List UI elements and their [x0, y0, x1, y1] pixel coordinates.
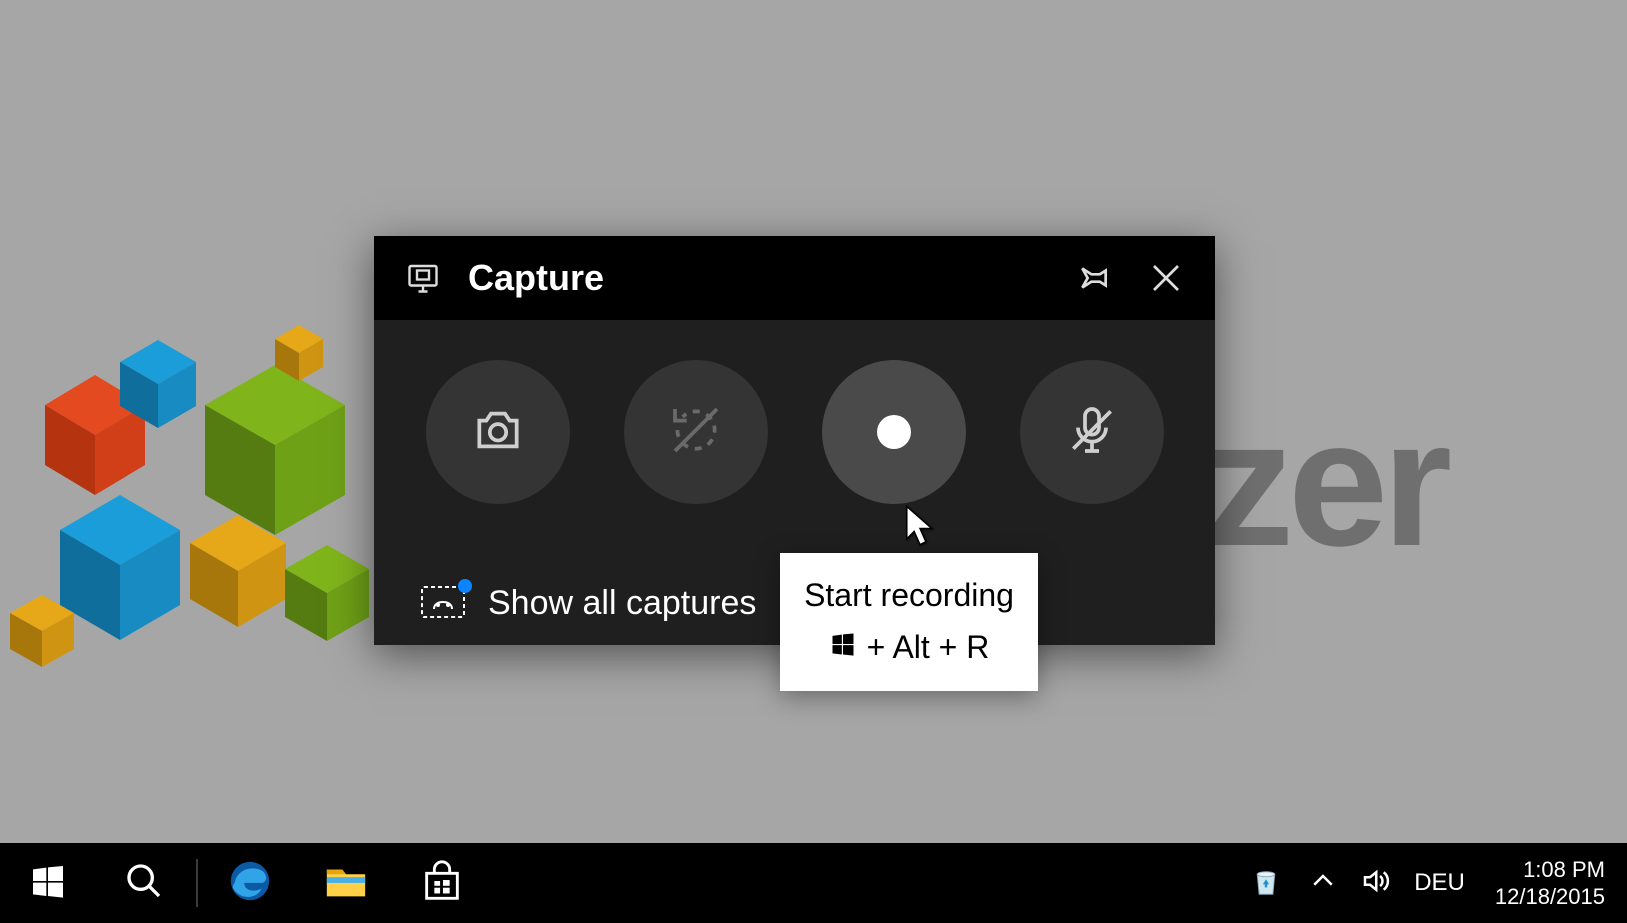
close-button[interactable]	[1139, 251, 1193, 305]
pin-button[interactable]	[1067, 251, 1121, 305]
tray-ime-indicator[interactable]: DEU	[1404, 843, 1475, 923]
capture-widget-body	[374, 320, 1215, 504]
speaker-icon	[1360, 866, 1390, 901]
start-button[interactable]	[0, 843, 96, 923]
tray-show-hidden-icons[interactable]	[1300, 860, 1346, 906]
edge-icon	[227, 858, 273, 909]
search-icon	[124, 861, 164, 906]
start-recording-tooltip: Start recording + Alt + R	[780, 553, 1038, 691]
chevron-up-icon	[1308, 866, 1338, 901]
clock-time: 1:08 PM	[1495, 856, 1605, 884]
tooltip-shortcut: + Alt + R	[804, 623, 1014, 671]
record-icon	[877, 415, 911, 449]
ime-label: DEU	[1414, 869, 1465, 897]
desktop-cubes-illustration	[5, 315, 405, 675]
notification-dot-icon	[458, 579, 472, 593]
taskbar-file-explorer-app[interactable]	[298, 843, 394, 923]
show-all-captures-link[interactable]: Show all captures	[420, 584, 756, 623]
microphone-mute-button[interactable]	[1020, 360, 1164, 504]
store-icon	[419, 858, 465, 909]
tray-recycle-bin[interactable]	[1238, 855, 1294, 911]
mouse-cursor-icon	[905, 505, 935, 549]
show-all-captures-label: Show all captures	[488, 584, 756, 623]
clock-date: 12/18/2015	[1495, 883, 1605, 911]
record-last-button[interactable]	[624, 360, 768, 504]
capture-widget-title: Capture	[468, 257, 1049, 299]
capture-widget-header: Capture	[374, 236, 1215, 320]
tooltip-title: Start recording	[804, 571, 1014, 619]
search-button[interactable]	[96, 843, 192, 923]
windows-key-icon	[829, 623, 857, 671]
captures-icon	[420, 585, 466, 623]
windows-logo-icon	[28, 861, 68, 906]
capture-widget-icon	[396, 251, 450, 305]
taskbar: DEU 1:08 PM 12/18/2015	[0, 843, 1627, 923]
screenshot-button[interactable]	[426, 360, 570, 504]
taskbar-store-app[interactable]	[394, 843, 490, 923]
taskbar-separator	[196, 859, 198, 907]
record-last-disabled-icon	[668, 402, 724, 463]
camera-icon	[470, 402, 526, 463]
tooltip-shortcut-text: + Alt + R	[867, 623, 990, 671]
file-explorer-icon	[323, 858, 369, 909]
start-recording-button[interactable]	[822, 360, 966, 504]
tray-clock[interactable]: 1:08 PM 12/18/2015	[1481, 856, 1619, 911]
tray-volume[interactable]	[1352, 860, 1398, 906]
taskbar-edge-app[interactable]	[202, 843, 298, 923]
microphone-off-icon	[1064, 402, 1120, 463]
